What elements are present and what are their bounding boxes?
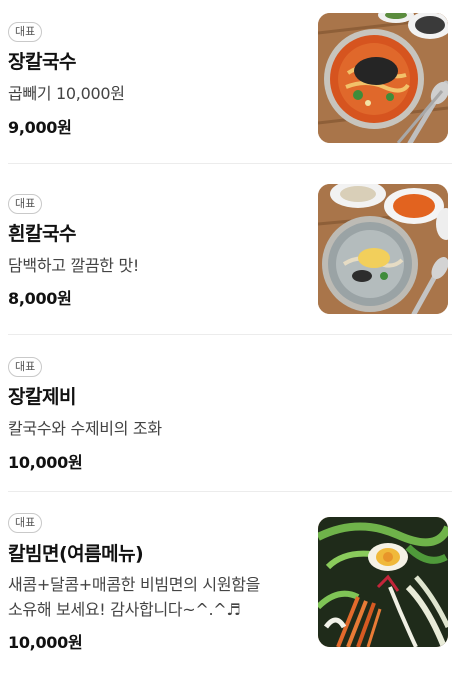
menu-item-description: 새콤+달콤+매콤한 비빔면의 시원함을 소유해 보세요! 감사합니다~^.^♬ — [8, 572, 260, 622]
menu-item-name: 흰칼국수 — [8, 223, 76, 245]
menu-item-description: 곱빼기 10,000원 — [8, 84, 125, 103]
menu-item-description-line: 새콤+달콤+매콤한 비빔면의 시원함을 — [8, 575, 261, 594]
menu-item-price: 8,000원 — [8, 289, 72, 308]
bibim-noodle-photo[interactable] — [318, 517, 448, 647]
menu-item-description-line: 소유해 보세요! 감사합니다~^.^♬ — [8, 600, 241, 619]
menu-item-price: 10,000원 — [8, 453, 83, 472]
spicy-noodle-soup-photo[interactable] — [318, 13, 448, 143]
signature-badge: 대표 — [8, 22, 43, 42]
menu-item-price: 9,000원 — [8, 118, 72, 137]
clear-noodle-soup-photo[interactable] — [318, 184, 448, 314]
menu-item-description: 담백하고 깔끔한 맛! — [8, 256, 140, 275]
signature-badge: 대표 — [8, 513, 43, 533]
menu-item-name: 장칼제비 — [8, 386, 76, 408]
menu-item-name: 장칼국수 — [8, 51, 76, 73]
menu-list: 대표 장칼국수 곱빼기 10,000원 9,000원 대표 흰칼국수 담백하고 … — [0, 0, 462, 673]
menu-item-name: 칼빔면(여름메뉴) — [8, 543, 144, 565]
signature-badge: 대표 — [8, 357, 43, 377]
menu-item-price: 10,000원 — [8, 633, 83, 652]
menu-item-huin-kalguksu[interactable]: 대표 흰칼국수 담백하고 깔끔한 맛! 8,000원 — [8, 164, 452, 335]
menu-item-jangkal-jebi[interactable]: 대표 장칼제비 칼국수와 수제비의 조화 10,000원 — [8, 335, 452, 492]
signature-badge: 대표 — [8, 194, 43, 214]
menu-item-kal-bibimmyeon[interactable]: 대표 칼빔면(여름메뉴) 새콤+달콤+매콤한 비빔면의 시원함을 소유해 보세요… — [8, 492, 452, 673]
menu-item-jangkal-guksu[interactable]: 대표 장칼국수 곱빼기 10,000원 9,000원 — [8, 0, 452, 164]
menu-item-description: 칼국수와 수제비의 조화 — [8, 419, 162, 438]
